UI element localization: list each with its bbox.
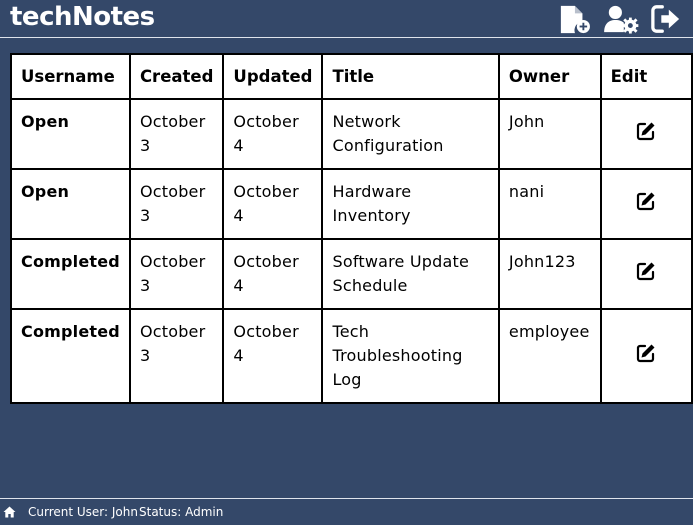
note-created: October 3	[130, 240, 223, 308]
note-created: October 3	[130, 100, 223, 168]
notes-table: Username Created Updated Title Owner Edi…	[10, 53, 693, 404]
column-header-edit: Edit	[601, 55, 691, 98]
column-header-title: Title	[323, 55, 498, 98]
note-owner: John123	[499, 240, 600, 308]
table-row: Open October 3 October 4 Hardware Invent…	[12, 170, 691, 238]
note-updated: October 4	[224, 310, 322, 402]
new-note-icon	[560, 5, 590, 34]
note-updated: October 4	[224, 170, 322, 238]
app-footer: Current User: John Status: Admin	[0, 498, 693, 525]
note-edit-cell	[601, 170, 691, 238]
note-status: Completed	[12, 310, 129, 402]
note-owner: employee	[499, 310, 600, 402]
column-header-updated: Updated	[224, 55, 322, 98]
note-status: Completed	[12, 240, 129, 308]
logout-icon	[651, 5, 680, 33]
table-row: Open October 3 October 4 Network Configu…	[12, 100, 691, 168]
note-updated: October 4	[224, 100, 322, 168]
app-header: techNotes	[0, 0, 693, 38]
table-row: Completed October 3 October 4 Software U…	[12, 240, 691, 308]
home-icon	[3, 506, 16, 518]
note-title: Software Update Schedule	[323, 240, 498, 308]
logout-button[interactable]	[650, 4, 682, 34]
note-updated: October 4	[224, 240, 322, 308]
note-title: Tech Troubleshooting Log	[323, 310, 498, 402]
note-edit-cell	[601, 240, 691, 308]
note-owner: nani	[499, 170, 600, 238]
note-status: Open	[12, 170, 129, 238]
edit-note-button[interactable]	[636, 343, 656, 363]
current-user-label: Current User: John	[28, 505, 138, 519]
new-note-button[interactable]	[558, 4, 590, 34]
home-button[interactable]	[3, 506, 16, 518]
note-status: Open	[12, 100, 129, 168]
app-title[interactable]: techNotes	[10, 1, 155, 33]
note-created: October 3	[130, 170, 223, 238]
note-title: Hardware Inventory	[323, 170, 498, 238]
note-title: Network Configuration	[323, 100, 498, 168]
edit-note-button[interactable]	[636, 121, 656, 141]
user-settings-icon	[604, 5, 639, 34]
edit-note-button[interactable]	[636, 261, 656, 281]
column-header-username: Username	[12, 55, 129, 98]
table-header-row: Username Created Updated Title Owner Edi…	[12, 55, 691, 98]
user-settings-button[interactable]	[602, 4, 640, 34]
column-header-owner: Owner	[499, 55, 600, 98]
note-owner: John	[499, 100, 600, 168]
column-header-created: Created	[130, 55, 223, 98]
edit-icon	[637, 122, 655, 140]
edit-icon	[637, 262, 655, 280]
edit-note-button[interactable]	[636, 191, 656, 211]
note-edit-cell	[601, 100, 691, 168]
edit-icon	[637, 192, 655, 210]
user-status-label: Status: Admin	[139, 505, 224, 519]
table-row: Completed October 3 October 4 Tech Troub…	[12, 310, 691, 402]
note-edit-cell	[601, 310, 691, 402]
note-created: October 3	[130, 310, 223, 402]
edit-icon	[637, 344, 655, 362]
